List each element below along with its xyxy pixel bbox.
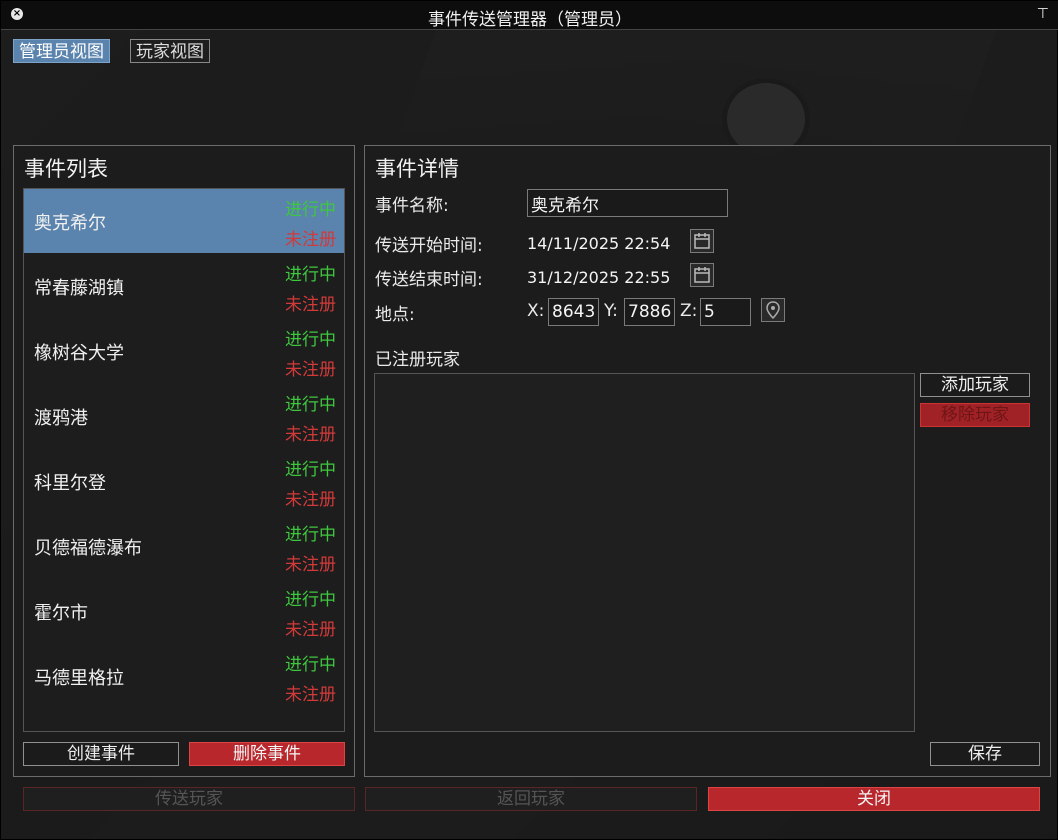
event-item[interactable]: 常春藤湖镇 进行中 未注册 [24, 254, 344, 318]
event-status-registration: 未注册 [285, 295, 336, 315]
event-name: 橡树谷大学 [34, 343, 124, 364]
calendar-icon [694, 233, 710, 249]
z-coordinate-field[interactable] [700, 298, 751, 326]
add-player-button[interactable]: 添加玩家 [920, 373, 1030, 397]
end-time-label: 传送结束时间: [375, 270, 483, 290]
x-label: X: [527, 301, 545, 321]
event-status-registration: 未注册 [285, 620, 336, 640]
event-status-registration: 未注册 [285, 490, 336, 510]
pin-icon[interactable]: ⊤ [1037, 6, 1049, 22]
close-button[interactable]: 关闭 [708, 787, 1040, 811]
event-name: 马德里格拉 [34, 668, 124, 689]
pick-location-button[interactable] [761, 298, 785, 322]
registered-players-list[interactable] [374, 373, 915, 732]
event-item[interactable]: 奥克希尔 进行中 未注册 [24, 189, 344, 253]
event-list[interactable]: 奥克希尔 进行中 未注册 常春藤湖镇 进行中 未注册 橡树谷大学 进行中 未注册… [23, 188, 345, 732]
tab-admin-view[interactable]: 管理员视图 [13, 39, 110, 63]
delete-event-button[interactable]: 删除事件 [189, 742, 345, 766]
event-item[interactable]: 霍尔市 进行中 未注册 [24, 579, 344, 643]
create-event-button[interactable]: 创建事件 [23, 742, 179, 766]
z-label: Z: [680, 301, 698, 321]
save-button[interactable]: 保存 [930, 742, 1040, 766]
event-details-title: 事件详情 [375, 157, 459, 181]
event-item[interactable]: 马德里格拉 进行中 未注册 [24, 644, 344, 708]
location-label: 地点: [375, 305, 415, 325]
event-status-active: 进行中 [285, 655, 336, 675]
event-status-active: 进行中 [285, 395, 336, 415]
event-name: 贝德福德瀑布 [34, 538, 142, 559]
event-name-label: 事件名称: [375, 196, 449, 216]
end-time-value: 31/12/2025 22:55 [527, 268, 671, 287]
event-status-registration: 未注册 [285, 230, 336, 250]
remove-player-button[interactable]: 移除玩家 [920, 403, 1030, 427]
registered-players-label: 已注册玩家 [375, 350, 460, 370]
event-status-active: 进行中 [285, 460, 336, 480]
event-name-field[interactable] [527, 189, 728, 217]
y-coordinate-field[interactable] [624, 298, 675, 326]
event-item[interactable]: 贝德福德瀑布 进行中 未注册 [24, 514, 344, 578]
window-title: 事件传送管理器（管理员） [428, 10, 632, 30]
x-coordinate-field[interactable] [548, 298, 599, 326]
event-list-title: 事件列表 [24, 157, 108, 181]
event-teleport-manager-window: × 事件传送管理器（管理员） ⊤ 管理员视图 玩家视图 事件列表 奥克希尔 进行… [0, 0, 1058, 840]
event-item[interactable]: 渡鸦港 进行中 未注册 [24, 384, 344, 448]
calendar-icon [694, 267, 710, 283]
event-name: 奥克希尔 [34, 213, 106, 234]
event-status-registration: 未注册 [285, 555, 336, 575]
event-status-registration: 未注册 [285, 360, 336, 380]
event-status-registration: 未注册 [285, 425, 336, 445]
event-name: 常春藤湖镇 [34, 278, 124, 299]
start-time-label: 传送开始时间: [375, 236, 483, 256]
event-status-active: 进行中 [285, 525, 336, 545]
event-item[interactable]: 橡树谷大学 进行中 未注册 [24, 319, 344, 383]
event-status-active: 进行中 [285, 330, 336, 350]
event-status-registration: 未注册 [285, 685, 336, 705]
return-players-button[interactable]: 返回玩家 [365, 787, 697, 811]
event-status-active: 进行中 [285, 590, 336, 610]
tab-player-view[interactable]: 玩家视图 [130, 39, 210, 63]
map-pin-icon [766, 301, 780, 320]
event-status-active: 进行中 [285, 200, 336, 220]
start-time-value: 14/11/2025 22:54 [527, 234, 671, 253]
event-name: 霍尔市 [34, 603, 88, 624]
y-label: Y: [604, 301, 618, 321]
event-item[interactable]: 科里尔登 进行中 未注册 [24, 449, 344, 513]
event-name: 渡鸦港 [34, 408, 88, 429]
titlebar: × 事件传送管理器（管理员） ⊤ [1, 1, 1058, 30]
event-status-active: 进行中 [285, 265, 336, 285]
event-name: 科里尔登 [34, 473, 106, 494]
teleport-players-button[interactable]: 传送玩家 [23, 787, 355, 811]
start-calendar-button[interactable] [690, 229, 714, 253]
end-calendar-button[interactable] [690, 263, 714, 287]
